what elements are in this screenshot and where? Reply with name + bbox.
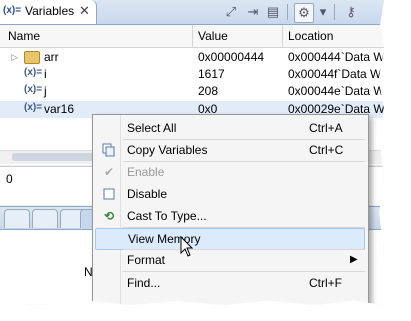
checkbox-icon	[101, 186, 117, 202]
toolbar-separator	[334, 4, 335, 20]
variable-location: 0x00044e`Data W	[288, 84, 384, 98]
menu-item-label: Cast To Type...	[127, 209, 207, 223]
collapse-all-icon[interactable]: ▤	[264, 3, 282, 21]
view-toolbar: (x)= Variables ✕ ⤢ ⇥ ▤ ⚙ ▾ ⚷	[0, 0, 384, 25]
menu-item-cast-to-type[interactable]: ⟲ Cast To Type...	[95, 206, 365, 226]
table-row[interactable]: (x)= i 1617 0x00044f`Data W	[0, 66, 384, 83]
copy-icon	[101, 142, 117, 158]
menu-item-shortcut: Ctrl+A	[309, 121, 343, 135]
menu-item-label: Copy Variables	[127, 143, 208, 157]
menu-item-enable: ✔ Enable	[95, 162, 365, 182]
menu-item-find[interactable]: Find... Ctrl+F	[95, 273, 365, 293]
table-header: Name Value Location	[0, 25, 384, 48]
menu-item-label: Select All	[127, 121, 177, 135]
table-row[interactable]: (x)= j 208 0x00044e`Data W	[0, 83, 384, 100]
column-header-location[interactable]: Location	[288, 29, 333, 43]
checkmark-icon: ✔	[103, 165, 115, 179]
view-menu-icon[interactable]: ⚷	[342, 3, 360, 21]
variable-name: i	[44, 67, 47, 81]
column-header-value[interactable]: Value	[198, 29, 228, 43]
submenu-arrow-icon: ▶	[350, 254, 358, 265]
toolbar-separator	[287, 4, 288, 20]
table-row[interactable]: ▷ arr 0x00000444 0x000444`Data W	[0, 49, 384, 66]
variable-value: 0x00000444	[198, 50, 265, 64]
variable-icon: (x)=	[24, 102, 43, 113]
menu-item-shortcut: Ctrl+F	[309, 276, 342, 290]
mouse-cursor-icon	[180, 236, 194, 257]
context-menu: Select All Ctrl+A Copy Variables Ctrl+C …	[92, 114, 369, 305]
menu-item-shortcut: Ctrl+C	[309, 143, 344, 157]
menu-item-select-all[interactable]: Select All Ctrl+A	[95, 118, 365, 138]
menu-item-format[interactable]: Format ▶	[95, 250, 365, 270]
menu-item-copy-variables[interactable]: Copy Variables Ctrl+C	[95, 140, 365, 160]
expand-arrow-icon[interactable]: ▷	[11, 52, 18, 63]
menu-item-label: Enable	[127, 165, 165, 179]
variable-name: arr	[44, 50, 59, 64]
menu-separator	[123, 271, 365, 272]
menu-item-label: Find...	[127, 276, 161, 290]
folder-icon	[24, 51, 40, 64]
menu-item-disable[interactable]: Disable	[95, 184, 365, 204]
menu-item-view-memory[interactable]: View Memory	[95, 228, 365, 250]
variable-value: 208	[198, 84, 219, 98]
lower-tab[interactable]	[32, 209, 58, 228]
variable-name: var16	[44, 102, 75, 116]
variables-view-icon: (x)=	[3, 5, 22, 16]
column-header-name[interactable]: Name	[8, 29, 40, 43]
column-divider[interactable]	[192, 25, 193, 47]
show-type-names-icon[interactable]: ⚙	[294, 3, 314, 23]
variable-icon: (x)=	[24, 84, 43, 95]
variable-location: 0x00044f`Data W	[288, 67, 382, 81]
chevron-down-icon[interactable]: ▾	[314, 3, 332, 21]
remove-variables-icon[interactable]: ⇥	[244, 3, 262, 21]
add-global-variables-icon[interactable]: ⤢	[222, 3, 240, 21]
screenshot-frame: (x)= Variables ✕ ⤢ ⇥ ▤ ⚙ ▾ ⚷ Name Value …	[0, 0, 384, 305]
variable-icon: (x)=	[24, 67, 43, 78]
lower-tab[interactable]	[4, 209, 30, 228]
close-icon[interactable]: ✕	[79, 3, 90, 19]
detail-value: 0	[6, 172, 13, 186]
menu-item-label: Format	[127, 253, 166, 267]
variable-value: 1617	[198, 67, 225, 81]
variable-location: 0x000444`Data W	[288, 50, 384, 64]
menu-item-label: Disable	[127, 187, 168, 201]
tab-title: Variables	[25, 4, 75, 18]
variables-tab[interactable]: (x)= Variables ✕	[0, 0, 97, 24]
variable-name: j	[44, 84, 47, 98]
cast-icon: ⟲	[103, 209, 115, 223]
column-divider[interactable]	[282, 25, 283, 47]
